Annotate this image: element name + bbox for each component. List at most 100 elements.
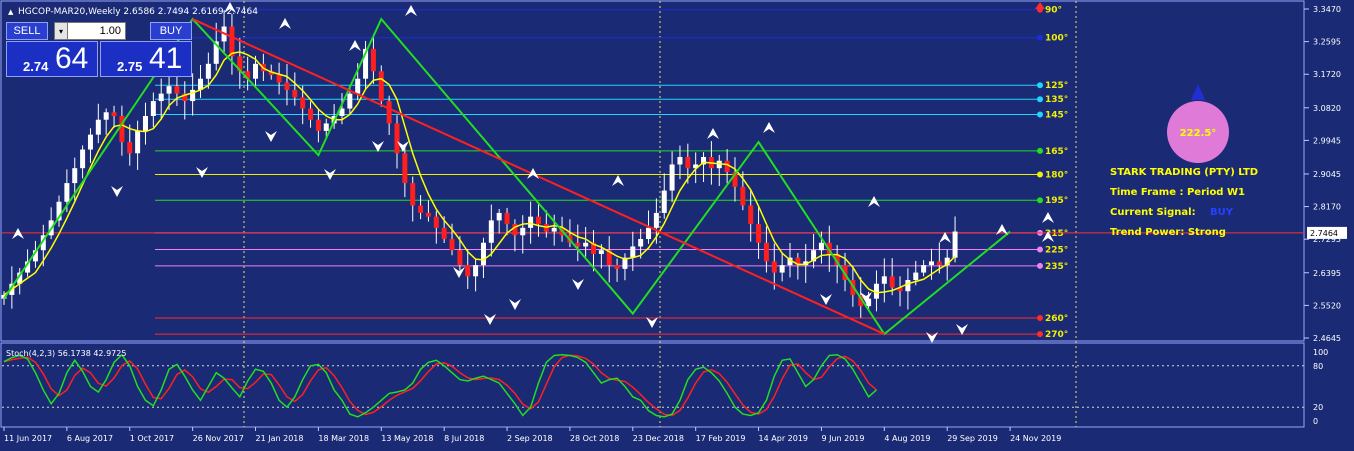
gann-level-label: 135° (1045, 95, 1068, 105)
bear-candle (276, 74, 282, 83)
bear-candle (457, 250, 463, 266)
bear-candle (174, 86, 180, 94)
bid-price-big: 64 (55, 42, 89, 75)
bear-candle (465, 265, 471, 277)
price-tick-label: 3.2595 (1313, 38, 1341, 47)
stoch-tick-label: 0 (1313, 417, 1318, 426)
gann-level-dot (1037, 147, 1043, 154)
bull-candle (952, 231, 958, 258)
bull-candle (653, 212, 659, 228)
gann-level-dot (1037, 315, 1043, 322)
chart-window[interactable]: 90° 100° 125° 135° 145° 165° 180° 195° 215° 225° 2… (0, 0, 1354, 451)
bull-candle (818, 242, 824, 251)
stoch-tick-label: 80 (1313, 362, 1323, 371)
bull-candle (638, 239, 644, 247)
bear-candle (449, 239, 455, 251)
bull-candle (87, 134, 93, 150)
ask-price-button[interactable]: 2.75 41 (100, 41, 192, 77)
time-tick-label: 29 Sep 2019 (947, 434, 998, 443)
price-tick-label: 2.9945 (1313, 136, 1341, 145)
bull-candle (928, 261, 934, 266)
time-tick-label: 14 Apr 2019 (759, 434, 808, 443)
price-tick-label: 3.3470 (1313, 5, 1341, 14)
price-tick-label: 3.1720 (1313, 70, 1341, 79)
lot-dropdown-icon[interactable]: ▾ (54, 22, 68, 40)
time-tick-label: 17 Feb 2019 (696, 434, 746, 443)
bull-candle (646, 227, 652, 240)
bull-candle (80, 149, 86, 169)
gann-level-label: 90° (1045, 6, 1062, 16)
bear-candle (284, 82, 290, 90)
menu-triangle-icon: ▲ (8, 8, 14, 16)
sell-button[interactable]: SELL (6, 22, 48, 40)
bear-candle (292, 89, 298, 98)
bear-candle (748, 205, 754, 225)
fractal-up-icon (1042, 212, 1054, 223)
bull-candle (323, 123, 329, 131)
gann-level-dot (1037, 197, 1043, 204)
gann-level-label: 195° (1045, 196, 1068, 206)
bull-candle (347, 93, 353, 109)
time-tick-label: 21 Jan 2018 (256, 434, 304, 443)
time-tick-label: 2 Sep 2018 (507, 434, 553, 443)
stoch-signal-line (3, 354, 877, 417)
bear-candle (370, 48, 376, 72)
gann-level-label: 145° (1045, 111, 1068, 121)
bear-candle (111, 112, 117, 116)
bull-candle (583, 242, 589, 247)
fractal-down-icon (196, 167, 208, 178)
fractal-up-icon (349, 40, 361, 51)
fractal-down-icon (372, 141, 384, 152)
price-tick-label: 2.9045 (1313, 170, 1341, 179)
time-axis: 11 Jun 2017 6 Aug 2017 1 Oct 2017 26 Nov 20… (3, 427, 1061, 443)
gann-level-label: 125° (1045, 81, 1068, 91)
bear-candle (724, 160, 730, 172)
fractal-down-icon (509, 299, 521, 310)
gann-level-dot (1037, 82, 1043, 89)
gann-level-label: 165° (1045, 147, 1068, 157)
bull-candle (520, 227, 526, 236)
price-tick-label: 2.8170 (1313, 203, 1341, 212)
fractal-down-icon (956, 324, 968, 335)
bear-candle (740, 186, 746, 206)
stoch-axis: 100 80 20 0 (1313, 348, 1328, 426)
info-panel: 222.5° STARK TRADING (PTY) LTD Time Frame … (1110, 84, 1258, 238)
gann-level-label: 270° (1045, 330, 1068, 340)
gann-level-label: 180° (1045, 171, 1068, 181)
bid-price-button[interactable]: 2.74 64 (6, 41, 98, 77)
bull-candle (355, 78, 361, 94)
time-tick-label: 23 Dec 2018 (633, 434, 684, 443)
stoch-label: Stoch(4,2,3) 56.1738 42.9725 (6, 349, 126, 358)
bull-candle (103, 112, 109, 120)
bear-candle (394, 123, 400, 154)
bull-candle (669, 164, 675, 191)
bear-candle (410, 183, 416, 206)
chart-canvas[interactable]: 90°100°125°135°145°165°180°195°215°225°2… (0, 0, 1354, 451)
bull-candle (921, 265, 927, 273)
bull-candle (253, 63, 259, 79)
gann-level-dot (1037, 96, 1043, 103)
fractal-down-icon (111, 186, 123, 197)
price-tick-label: 3.0820 (1313, 104, 1341, 113)
bull-candle (158, 93, 164, 102)
fractal-down-icon (572, 279, 584, 290)
fractal-down-icon (820, 294, 832, 305)
bull-candle (166, 86, 172, 94)
bear-candle (504, 212, 510, 225)
ask-price-small: 2.75 (117, 59, 143, 74)
bear-candle (315, 119, 321, 131)
bear-candle (127, 142, 133, 154)
fractal-up-icon (612, 175, 624, 186)
gann-level-dot (1037, 34, 1043, 41)
bull-candle (630, 246, 636, 258)
time-tick-label: 26 Nov 2017 (193, 434, 244, 443)
fractal-up-icon (707, 128, 719, 139)
buy-button[interactable]: BUY (150, 22, 192, 40)
bear-candle (614, 265, 620, 269)
gann-level-label: 100° (1045, 34, 1068, 44)
price-tick-label: 2.6395 (1313, 269, 1341, 278)
bull-candle (913, 272, 919, 281)
stoch-plot-frame (0, 342, 1305, 428)
top-marker-icon (1035, 2, 1045, 9)
bull-candle (881, 276, 887, 284)
